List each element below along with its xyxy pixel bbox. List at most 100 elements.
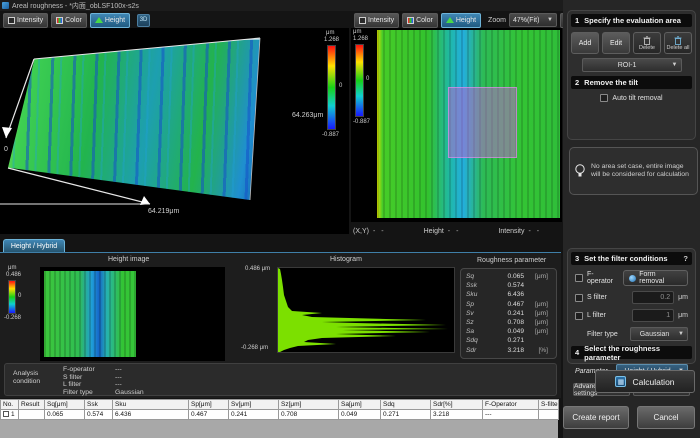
tab-label: Height / Hybrid (11, 243, 57, 250)
filter-group: 3 Set the filter conditions ? F-operator… (567, 248, 696, 364)
roughness-row: Sa0.049[μm] (466, 327, 551, 336)
3d-view-panel[interactable]: 64.263μm 64.219μm 0 μm 1.268 0 -0.887 (0, 28, 349, 234)
create-report-button[interactable]: Create report (563, 406, 629, 429)
color-2d-button[interactable]: Color (402, 13, 438, 28)
cell-sz: 0.708 (279, 410, 339, 420)
cell-sq: 0.065 (45, 410, 85, 420)
section3-header: 3 Set the filter conditions ? (571, 252, 692, 265)
color-2d-label: Color (416, 17, 433, 24)
col-no[interactable]: No. (1, 400, 19, 410)
filter-type-row: Filter type Gaussian ▼ (587, 327, 688, 341)
col-ssk[interactable]: Ssk (85, 400, 113, 410)
histogram-max-label: 0.486 μm (245, 266, 270, 273)
roughness-row: Sz0.708[μm] (466, 318, 551, 327)
axis-width-label: 64.219μm (148, 208, 179, 215)
help-button[interactable]: ? (683, 254, 688, 263)
l-filter-value: 1 (666, 312, 670, 319)
chevron-down-icon: ▼ (672, 62, 678, 68)
col-sv[interactable]: Sv[μm] (229, 400, 279, 410)
2d-view-panel[interactable]: μm 1.268 0 -0.887 (351, 28, 562, 222)
col-sz[interactable]: Sz[μm] (279, 400, 339, 410)
col-sdq[interactable]: Sdq (381, 400, 431, 410)
delete-label: Delete (639, 45, 655, 51)
roughness-title: Roughness parameter (477, 257, 546, 264)
f-operator-checkbox[interactable] (575, 274, 583, 282)
roughness-row: Ssk0.574 (466, 281, 551, 290)
col-sku[interactable]: Sku (113, 400, 189, 410)
row-no-cell[interactable]: 1 (1, 410, 19, 420)
hint-box: No area set case, entire image will be c… (569, 147, 698, 195)
col-sp[interactable]: Sp[μm] (189, 400, 229, 410)
colorbar3d-unit: μm (326, 30, 334, 37)
tab-height-hybrid[interactable]: Height / Hybrid (3, 239, 65, 252)
row-result-cell (19, 410, 45, 420)
mini-colorbar-max: 0.486 (6, 272, 21, 279)
height-status-value: - - (448, 228, 461, 235)
ac-name: S filter (63, 374, 115, 382)
s-filter-input[interactable]: 0.2 (632, 291, 674, 304)
l-filter-checkbox[interactable] (575, 312, 583, 320)
edit-button[interactable]: Edit (602, 32, 630, 54)
chevron-down-icon: ▼ (678, 331, 684, 337)
cell-sfilter (539, 410, 559, 420)
filter-type-value: Gaussian (640, 331, 670, 338)
row-checkbox[interactable] (3, 411, 9, 417)
s-filter-unit: μm (678, 294, 688, 301)
roughness-row: Sdq0.271 (466, 336, 551, 345)
right-sidebar: 1 Specify the evaluation area Add Edit D… (563, 0, 700, 438)
delete-button[interactable]: Delete (633, 32, 661, 54)
height-3d-button[interactable]: Height (90, 13, 130, 28)
trash-all-icon (674, 36, 682, 45)
filter-type-select[interactable]: Gaussian ▼ (630, 327, 688, 341)
cancel-label: Cancel (654, 413, 679, 422)
roi-select[interactable]: ROI-1 ▼ (582, 58, 682, 72)
table-header-row: No. Result Sq[μm] Ssk Sku Sp[μm] Sv[μm] … (1, 400, 559, 410)
colorbar-3d (327, 45, 336, 130)
add-button[interactable]: Add (571, 32, 599, 54)
section2-header: 2 Remove the tilt (571, 76, 692, 89)
col-sfilter[interactable]: S-filter (539, 400, 559, 410)
height-2d-button[interactable]: Height (441, 13, 481, 28)
colorbar-2d (355, 44, 364, 117)
height-map-image[interactable] (377, 30, 560, 218)
results-table-area: No. Result Sq[μm] Ssk Sku Sp[μm] Sv[μm] … (0, 399, 558, 438)
height-status-label: Height (424, 228, 444, 235)
height-3d-label: Height (105, 17, 125, 24)
height-image-box[interactable] (40, 267, 225, 361)
calculation-button[interactable]: ▦ Calculation (595, 370, 695, 393)
col-sdr[interactable]: Sdr[%] (431, 400, 483, 410)
intensity-icon (8, 17, 15, 24)
section1-number: 1 (575, 16, 579, 25)
s-filter-checkbox[interactable] (575, 294, 583, 302)
colorbar2d-mid: 0 (366, 76, 369, 83)
col-result[interactable]: Result (19, 400, 45, 410)
analysis-condition-grid: F-operator --- S filter --- L filter ---… (63, 364, 175, 395)
cell-sp: 0.467 (189, 410, 229, 420)
col-foperator[interactable]: F-Operator (483, 400, 539, 410)
intensity-2d-button[interactable]: Intensity (354, 13, 399, 28)
form-removal-button[interactable]: Form removal (623, 270, 688, 286)
colorbar2d-min: -0.887 (353, 119, 370, 126)
col-sq[interactable]: Sq[μm] (45, 400, 85, 410)
cell-ssk: 0.574 (85, 410, 113, 420)
3d-axes (0, 28, 349, 234)
app-icon (2, 2, 9, 9)
ac-name: F-operator (63, 366, 115, 374)
intensity-3d-button[interactable]: Intensity (3, 13, 48, 28)
section2-title: Remove the tilt (584, 78, 638, 87)
col-sa[interactable]: Sa[μm] (339, 400, 381, 410)
roi-region[interactable] (448, 87, 517, 158)
cancel-button[interactable]: Cancel (637, 406, 695, 429)
color-icon (407, 17, 414, 24)
ac-value: --- (115, 366, 175, 374)
color-3d-button[interactable]: Color (51, 13, 87, 28)
3d-view-button[interactable]: 3D (137, 14, 150, 27)
edit-label: Edit (610, 40, 622, 47)
zoom-select[interactable]: 47%(Fit) ▼ (509, 13, 557, 27)
filter-type-label: Filter type (587, 331, 618, 338)
auto-tilt-checkbox[interactable] (600, 94, 608, 102)
f-operator-label: F-operator (587, 271, 619, 285)
zoom-value: 47%(Fit) (513, 17, 539, 24)
delete-all-button[interactable]: Delete all (664, 32, 692, 54)
l-filter-input[interactable]: 1 (632, 309, 674, 322)
